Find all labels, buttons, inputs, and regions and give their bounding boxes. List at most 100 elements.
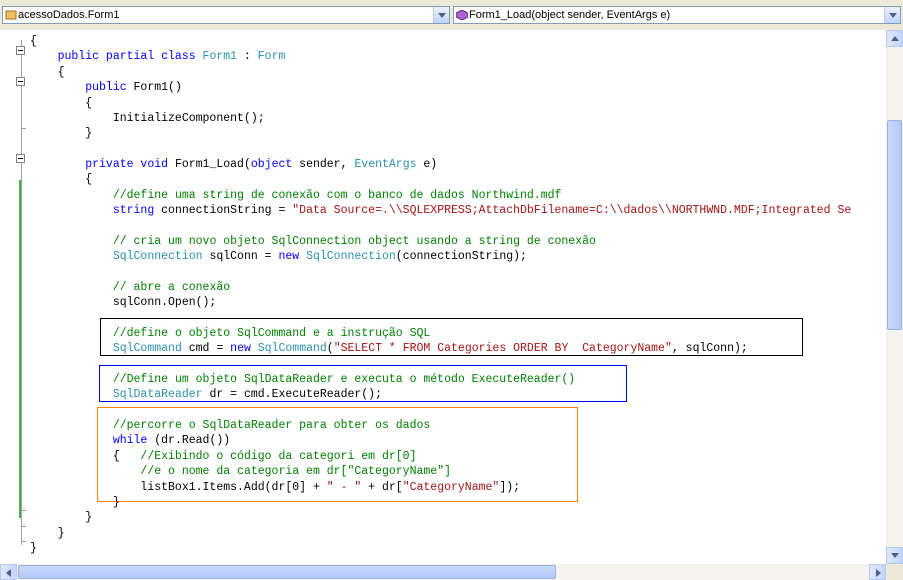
code-token: "CategoryName" xyxy=(402,481,500,494)
code-line[interactable]: } xyxy=(30,126,92,141)
code-token: ]); xyxy=(499,481,521,494)
code-token: " - " xyxy=(326,481,362,494)
code-line[interactable]: public partial class Form1 : Form xyxy=(30,49,286,64)
class-dropdown[interactable]: acessoDados.Form1 xyxy=(2,6,450,24)
vertical-scroll-thumb[interactable] xyxy=(887,120,902,330)
code-line[interactable]: // abre a conexão xyxy=(30,280,230,295)
code-token: } xyxy=(30,127,93,140)
code-token: SqlConnection xyxy=(112,250,210,263)
collapse-icon[interactable] xyxy=(16,154,25,163)
outline-end xyxy=(21,510,26,511)
code-line[interactable]: } xyxy=(30,495,120,510)
code-token: //define uma string de conexão com o ban… xyxy=(112,189,562,202)
code-token: SqlConnection xyxy=(306,250,396,263)
code-token: , sqlConn); xyxy=(671,342,748,355)
code-token: cmd = xyxy=(188,342,231,355)
code-token: sender, xyxy=(299,158,355,171)
code-token: sqlConn = xyxy=(209,250,279,263)
code-line[interactable]: } xyxy=(30,541,37,556)
code-token: //Exibindo o código da categori em dr[0] xyxy=(140,450,417,463)
collapse-icon[interactable] xyxy=(16,77,25,86)
code-token: object xyxy=(250,158,300,171)
code-line[interactable]: string connectionString = "Data Source=.… xyxy=(30,203,851,218)
code-line[interactable]: SqlConnection sqlConn = new SqlConnectio… xyxy=(30,249,527,264)
code-line[interactable]: SqlCommand cmd = new SqlCommand("SELECT … xyxy=(30,341,748,356)
horizontal-scroll-thumb[interactable] xyxy=(18,565,556,579)
scroll-left-icon[interactable] xyxy=(0,564,17,580)
code-token: { xyxy=(30,35,37,48)
collapse-icon[interactable] xyxy=(16,46,25,55)
code-token: //percorre o SqlDataReader para obter os… xyxy=(112,419,431,432)
code-token: //e o nome da categoria em dr["CategoryN… xyxy=(140,465,451,478)
code-editor[interactable]: { public partial class Form1 : Form { pu… xyxy=(0,30,886,564)
code-line[interactable]: { xyxy=(30,172,92,187)
horizontal-scrollbar[interactable] xyxy=(0,564,886,580)
code-line[interactable]: //percorre o SqlDataReader para obter os… xyxy=(30,418,430,433)
code-token: Form1_Load( xyxy=(174,158,251,171)
code-token: "Data Source=.\\SQLEXPRESS;AttachDbFilen… xyxy=(292,204,852,217)
scrollbar-corner xyxy=(886,564,903,580)
scroll-down-icon[interactable] xyxy=(886,547,903,564)
code-token: //Define um objeto SqlDataReader e execu… xyxy=(112,373,576,386)
code-token: connectionString = xyxy=(161,204,293,217)
code-line[interactable]: } xyxy=(30,526,65,541)
code-line[interactable]: while (dr.Read()) xyxy=(30,433,230,448)
code-token: "SELECT * FROM Categories ORDER BY Categ… xyxy=(333,342,672,355)
code-token: // abre a conexão xyxy=(112,281,231,294)
code-line[interactable]: { xyxy=(30,96,92,111)
code-token: { xyxy=(30,66,65,79)
outline-guide xyxy=(21,40,22,545)
code-token: } xyxy=(30,511,93,524)
chevron-down-icon[interactable] xyxy=(884,7,900,23)
code-line[interactable]: //Define um objeto SqlDataReader e execu… xyxy=(30,372,575,387)
code-line[interactable]: } xyxy=(30,510,92,525)
code-token: { xyxy=(30,450,141,463)
vertical-scrollbar[interactable] xyxy=(886,30,903,564)
outline-end xyxy=(21,526,26,527)
code-token: (dr.Read()) xyxy=(154,434,231,447)
code-line[interactable]: { //Exibindo o código da categori em dr[… xyxy=(30,449,417,464)
member-dropdown[interactable]: Form1_Load(object sender, EventArgs e) xyxy=(453,6,901,24)
code-line[interactable]: // cria um novo objeto SqlConnection obj… xyxy=(30,234,596,249)
scroll-up-icon[interactable] xyxy=(886,30,903,47)
code-line[interactable]: public Form1() xyxy=(30,80,182,95)
code-token: ( xyxy=(326,342,334,355)
code-line[interactable]: //define uma string de conexão com o ban… xyxy=(30,188,562,203)
outline-end xyxy=(21,128,26,129)
code-token: e) xyxy=(423,158,438,171)
code-line[interactable]: sqlConn.Open(); xyxy=(30,295,217,310)
code-line[interactable]: { xyxy=(30,65,65,80)
code-token: Form1() xyxy=(133,81,182,94)
code-line[interactable]: SqlDataReader dr = cmd.ExecuteReader(); xyxy=(30,387,382,402)
code-line[interactable]: //define o objeto SqlCommand e a instruç… xyxy=(30,326,430,341)
code-token: } xyxy=(30,496,120,509)
code-token: new xyxy=(278,250,307,263)
code-token: SqlCommand xyxy=(257,342,327,355)
code-line[interactable]: { xyxy=(30,34,37,49)
code-token: public partial class xyxy=(57,50,203,63)
code-line[interactable]: listBox1.Items.Add(dr[0] + " - " + dr["C… xyxy=(30,480,520,495)
code-token: while xyxy=(112,434,155,447)
chevron-down-icon[interactable] xyxy=(433,7,449,23)
code-token: //define o objeto SqlCommand e a instruç… xyxy=(112,327,431,340)
outline-end xyxy=(21,541,26,542)
code-token: } xyxy=(30,542,37,555)
code-line[interactable]: //e o nome da categoria em dr["CategoryN… xyxy=(30,464,451,479)
class-icon xyxy=(5,10,17,20)
code-token: private void xyxy=(85,158,175,171)
code-line[interactable]: private void Form1_Load(object sender, E… xyxy=(30,157,437,172)
scroll-right-icon[interactable] xyxy=(869,564,886,580)
code-token: public xyxy=(85,81,134,94)
code-line[interactable]: InitializeComponent(); xyxy=(30,111,265,126)
